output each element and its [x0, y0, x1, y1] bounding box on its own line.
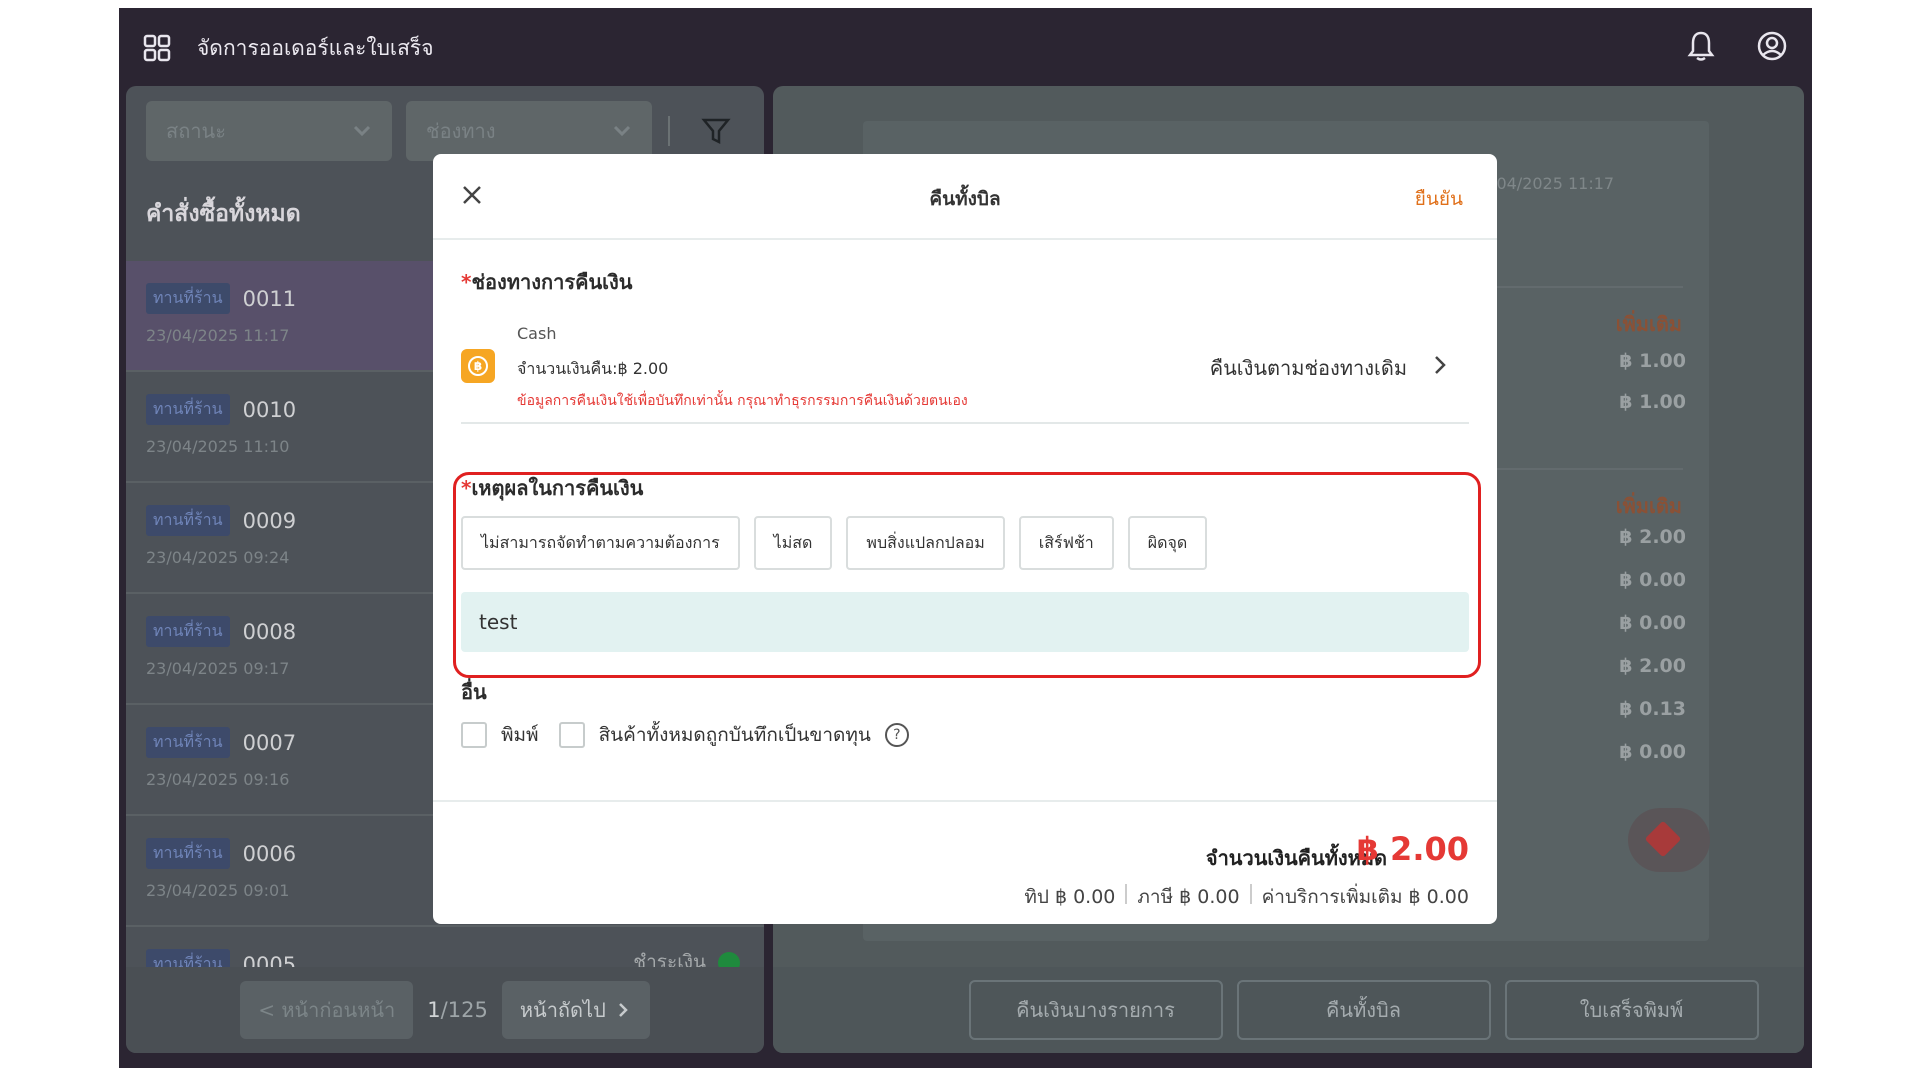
orders-list-title: คำสั่งซื้อทั้งหมด — [146, 201, 301, 227]
order-type-badge: ทานที่ร้าน — [146, 727, 230, 758]
filter-icon[interactable] — [700, 115, 732, 147]
order-number: 0006 — [242, 841, 297, 866]
total-pages: /125 — [440, 998, 488, 1022]
service-charge-value: ค่าบริการเพิ่มเติม ฿ 0.00 — [1261, 886, 1469, 908]
current-page: 1 — [427, 998, 441, 1022]
print-checkbox[interactable] — [461, 722, 487, 748]
original-channel-option[interactable]: คืนเงินตามช่องทางเดิม — [1210, 352, 1407, 384]
other-section-label: อื่น — [461, 680, 487, 704]
user-profile-icon[interactable] — [1756, 30, 1788, 62]
reason-chip[interactable]: พบสิ่งแปลกปลอม — [846, 516, 1005, 570]
chevron-down-icon — [613, 125, 631, 137]
reason-chips: ไม่สามารถจัดทำตามความต้องการ ไม่สด พบสิ่… — [461, 516, 1208, 570]
print-receipt-button[interactable]: ใบเสร็จพิมพ์ — [1504, 980, 1759, 1040]
total-refund-value: ฿ 2.00 — [1356, 830, 1469, 868]
help-icon[interactable]: ? — [884, 723, 909, 747]
order-number: 0008 — [242, 619, 297, 644]
chevron-down-icon — [353, 125, 371, 137]
channel-select-label: ช่องทาง — [426, 119, 496, 143]
refund-reason-label: *เหตุผลในการคืนเงิน — [461, 472, 643, 504]
order-type-badge: ทานที่ร้าน — [146, 838, 230, 869]
channel-select[interactable]: ช่องทาง — [406, 101, 652, 161]
refund-amount: จำนวนเงินคืน:฿ 2.00 — [517, 359, 669, 378]
tip-value: ทิป ฿ 0.00 — [1024, 886, 1116, 908]
dialog-header: คืนทั้งบิล ยืนยัน — [433, 154, 1497, 240]
reason-chip[interactable]: ผิดจุด — [1127, 516, 1208, 570]
reason-chip[interactable]: ไม่สด — [753, 516, 833, 570]
pagination: < หน้าก่อนหน้า 1/125 หน้าถัดไป — [126, 967, 764, 1053]
amount-value: ฿ 1.00 — [1619, 350, 1686, 372]
tax-value: ภาษี ฿ 0.00 — [1137, 886, 1240, 908]
next-page-button[interactable]: หน้าถัดไป — [501, 981, 650, 1039]
required-mark: * — [461, 270, 472, 294]
order-type-badge: ทานที่ร้าน — [146, 616, 230, 647]
floating-action-button[interactable] — [1628, 808, 1710, 872]
cash-coin-icon: ฿ — [461, 349, 495, 383]
more-link[interactable]: เพิ่มเติม — [1616, 490, 1682, 522]
order-number: 0010 — [242, 397, 297, 422]
amount-value: ฿ 0.00 — [1619, 741, 1686, 763]
tag-icon — [1644, 820, 1682, 858]
full-refund-dialog: คืนทั้งบิล ยืนยัน *ช่องทางการคืนเงิน ฿ C… — [433, 154, 1497, 924]
refund-note: ข้อมูลการคืนเงินใช้เพื่อบันทึกเท่านั้น ก… — [517, 393, 968, 409]
top-bar: จัดการออเดอร์และใบเสร็จ — [119, 8, 1812, 86]
page-indicator: 1/125 — [427, 998, 488, 1022]
confirm-button[interactable]: ยืนยัน — [1415, 184, 1463, 214]
order-number: 0007 — [242, 730, 297, 755]
status-select[interactable]: สถานะ — [146, 101, 392, 161]
notification-bell-icon[interactable] — [1686, 30, 1716, 62]
reason-chip[interactable]: เสิร์ฟช้า — [1018, 516, 1114, 570]
required-mark: * — [461, 476, 472, 500]
refund-channel-label: *ช่องทางการคืนเงิน — [461, 266, 632, 298]
filter-divider — [668, 116, 670, 146]
refund-breakdown: ทิป ฿ 0.00 ภาษี ฿ 0.00 ค่าบริการเพิ่มเติ… — [1024, 882, 1469, 912]
amount-value: ฿ 0.00 — [1619, 569, 1686, 591]
detail-actions: คืนเงินบางรายการ คืนทั้งบิล ใบเสร็จพิมพ์ — [773, 967, 1804, 1053]
status-select-label: สถานะ — [166, 119, 226, 143]
dialog-title: คืนทั้งบิล — [929, 188, 1001, 210]
full-refund-button[interactable]: คืนทั้งบิล — [1236, 980, 1491, 1040]
order-number: 0009 — [242, 508, 297, 533]
partial-refund-button[interactable]: คืนเงินบางรายการ — [968, 980, 1223, 1040]
order-number: 0011 — [242, 286, 297, 311]
chevron-right-icon — [618, 1003, 628, 1017]
reason-chip[interactable]: ไม่สามารถจัดทำตามความต้องการ — [461, 516, 740, 570]
order-type-badge: ทานที่ร้าน — [146, 505, 230, 536]
amount-value: ฿ 2.00 — [1619, 526, 1686, 548]
refund-reason-text: เหตุผลในการคืนเงิน — [471, 476, 644, 500]
more-link[interactable]: เพิ่มเติม — [1616, 308, 1682, 340]
order-type-badge: ทานที่ร้าน — [146, 394, 230, 425]
loss-label: สินค้าทั้งหมดถูกบันทึกเป็นขาดทุน — [598, 724, 871, 746]
amount-value: ฿ 0.13 — [1619, 698, 1686, 720]
reason-text-input[interactable]: test — [461, 592, 1469, 652]
amount-value: ฿ 2.00 — [1619, 655, 1686, 677]
amount-value: ฿ 0.00 — [1619, 612, 1686, 634]
next-page-label: หน้าถัดไป — [519, 998, 606, 1022]
divider — [461, 422, 1469, 424]
apps-grid-icon[interactable] — [143, 34, 171, 62]
chevron-right-icon[interactable] — [1431, 354, 1449, 376]
order-type-badge: ทานที่ร้าน — [146, 283, 230, 314]
separator — [1125, 884, 1128, 904]
payment-method-name: Cash — [517, 324, 557, 343]
filter-bar: สถานะ ช่องทาง — [146, 100, 732, 162]
dialog-footer: จำนวนเงินคืนทั้งหมด ฿ 2.00 ทิป ฿ 0.00 ภา… — [433, 800, 1497, 924]
refund-channel-text: ช่องทางการคืนเงิน — [471, 270, 633, 294]
separator — [1249, 884, 1252, 904]
prev-page-button[interactable]: < หน้าก่อนหน้า — [240, 981, 414, 1039]
options-row: พิมพ์ สินค้าทั้งหมดถูกบันทึกเป็นขาดทุน ? — [461, 720, 909, 750]
print-label: พิมพ์ — [501, 724, 539, 746]
amount-value: ฿ 1.00 — [1619, 391, 1686, 413]
loss-checkbox[interactable] — [558, 722, 585, 748]
app-title: จัดการออเดอร์และใบเสร็จ — [197, 36, 434, 60]
